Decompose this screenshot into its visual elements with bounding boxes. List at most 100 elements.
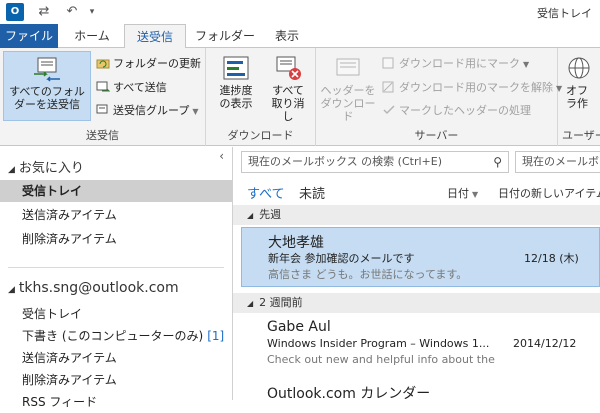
cancel-all-label: すべて取り消し [271,84,305,123]
tab-home[interactable]: ホーム [64,24,120,48]
group-send-receive: すべてのフォルダーを送受信 フォルダーの更新 すべて送信 送受信グループ ▼ 送受… [0,48,206,146]
unmark-download-button[interactable]: ダウンロード用のマークを解除 ▼ [382,78,562,98]
sort-by-label: 日付 [447,187,469,200]
group-header-two-weeks-ago[interactable]: ◢ 2 週間前 [233,293,600,313]
favorite-inbox[interactable]: 受信トレイ [0,180,232,202]
message-date: 2014/12/12 [513,337,577,350]
customize-toolbar-icon[interactable]: ▾ [84,4,100,20]
group-server: ヘッダーをダウンロード ダウンロード用にマーク ▼ ダウンロード用のマークを解除 ▼… [316,48,562,146]
folder-inbox[interactable]: 受信トレイ [0,303,232,325]
send-receive-groups-label: 送受信グループ [113,104,190,117]
message-sender: 大地孝雄 [268,235,324,251]
send-all-button[interactable]: すべて送信 [96,78,167,98]
group-server-label: サーバー [414,129,459,142]
message-preview: Check out new and helpful info about the [267,353,495,366]
title-bar: O ⇄ ↶ ▾ 受信トレイ [0,0,600,24]
favorite-sent-items[interactable]: 送信済みアイテム [0,204,232,226]
search-input[interactable]: 現在のメールボックス の検索 (Ctrl+E) ⚲ [241,151,509,173]
download-headers-button[interactable]: ヘッダーをダウンロード [318,51,378,123]
account-name: tkhs.sng@outlook.com [18,280,179,296]
favorites-title: お気に入り [18,161,84,176]
window-title: 受信トレイ [537,7,592,20]
group-header-label: 2 週間前 [259,296,303,309]
folder-rss-feeds[interactable]: RSS フィード [0,391,232,413]
group-header-last-week[interactable]: ◢ 先週 [233,205,600,225]
tab-folder[interactable]: フォルダー [192,24,258,48]
sort-order-button[interactable]: 日付の新しいアイテム [498,185,600,201]
divider [8,267,224,268]
send-all-icon [96,81,110,92]
search-icon[interactable]: ⚲ [493,152,502,172]
unread-count-badge: [1] [207,329,225,343]
group-user-label: ユーザー [562,129,600,142]
mark-download-button[interactable]: ダウンロード用にマーク ▼ [382,54,529,74]
chevron-down-icon: ▼ [192,107,199,116]
filter-all[interactable]: すべて [247,183,285,202]
message-subject: Windows Insider Program – Windows 1... [267,337,490,350]
unmark-download-icon [382,81,394,93]
favorite-deleted-items[interactable]: 削除済みアイテム [0,228,232,250]
message-list: 現在のメールボックス の検索 (Ctrl+E) ⚲ 現在のメールボックス すべて… [233,147,600,403]
folder-sent-items[interactable]: 送信済みアイテム [0,347,232,369]
chevron-down-icon: ▼ [523,60,530,69]
outlook-app-icon[interactable]: O [6,3,24,21]
message-item[interactable]: Outlook.com カレンダー [241,383,600,403]
group-user: オフラ作 ユーザー [558,48,600,146]
globe-icon [568,57,590,79]
message-item[interactable]: 大地孝雄 新年会 参加確認のメールです 12/18 (木) 高信さま どうも。お… [241,227,600,287]
cancel-all-button[interactable]: すべて取り消し [264,51,312,123]
send-receive-all-icon [34,57,60,82]
message-preview: 高信さま どうも。お世話になってます。 [268,268,468,281]
send-receive-all-button[interactable]: すべてのフォルダーを送受信 [3,51,91,121]
folder-pane: ‹ ◢ お気に入り 受信トレイ 送信済みアイテム 削除済みアイテム ◢ tkhs.s… [0,147,233,409]
filter-unread[interactable]: 未読 [299,183,325,202]
message-sender: Gabe Aul [267,319,331,335]
offline-work-button[interactable]: オフラ作 [562,51,600,121]
update-folder-button[interactable]: フォルダーの更新 [96,54,201,74]
message-item[interactable]: Gabe Aul Windows Insider Program – Windo… [241,315,600,375]
account-header[interactable]: ◢ tkhs.sng@outlook.com [8,280,179,296]
group-send-receive-label: 送受信 [86,129,119,142]
tab-file[interactable]: ファイル [0,24,58,48]
collapse-pane-icon[interactable]: ‹ [219,149,224,163]
chevron-down-icon: ▼ [472,190,479,199]
group-header-label: 先週 [259,208,282,221]
message-subject: 新年会 参加確認のメールです [268,252,415,265]
expand-triangle-icon: ◢ [8,165,15,175]
unmark-download-label: ダウンロード用のマークを解除 [399,81,553,94]
offline-work-label: オフラ作 [566,84,588,110]
download-headers-label: ヘッダーをダウンロード [320,84,376,123]
sort-order-label: 日付の新しいアイテム [498,187,600,200]
tab-view[interactable]: 表示 [262,24,312,48]
send-receive-groups-button[interactable]: 送受信グループ ▼ [96,101,199,121]
send-all-label: すべて送信 [113,81,167,94]
group-download-label: ダウンロード [227,129,294,142]
search-scope-dropdown[interactable]: 現在のメールボックス [515,151,600,173]
mark-download-icon [382,57,394,69]
refresh-folder-icon [96,59,110,69]
process-marked-label: マークしたヘッダーの処理 [399,104,531,117]
expand-triangle-icon: ◢ [247,299,254,308]
message-date: 12/18 (木) [524,252,579,265]
folder-drafts[interactable]: 下書き (このコンピューターのみ) [1] [0,325,232,347]
sort-by-dropdown[interactable]: 日付 ▼ [447,185,478,201]
ribbon-tabs: ファイル ホーム 送受信 フォルダー 表示 [0,24,600,49]
search-scope-label: 現在のメールボックス [522,155,600,168]
message-sender: Outlook.com カレンダー [267,386,431,402]
process-marked-button[interactable]: マークしたヘッダーの処理 [382,101,531,121]
send-receive-all-label: すべてのフォルダーを送受信 [9,85,85,111]
tab-send-receive[interactable]: 送受信 [124,24,186,49]
undo-icon[interactable]: ↶ [64,4,80,20]
show-progress-label: 進捗度の表示 [219,84,253,110]
send-receive-groups-icon [96,104,108,114]
ribbon: すべてのフォルダーを送受信 フォルダーの更新 すべて送信 送受信グループ ▼ 送受… [0,48,600,146]
download-headers-icon [336,58,360,76]
progress-icon [223,56,249,80]
show-progress-button[interactable]: 進捗度の表示 [210,51,262,121]
expand-triangle-icon: ◢ [8,285,15,295]
folder-deleted-items[interactable]: 削除済みアイテム [0,369,232,391]
cancel-all-icon [276,56,301,80]
favorites-header[interactable]: ◢ お気に入り [8,157,84,176]
send-receive-quick-icon[interactable]: ⇄ [36,4,52,20]
group-download: 進捗度の表示 すべて取り消し ダウンロード [206,48,316,146]
